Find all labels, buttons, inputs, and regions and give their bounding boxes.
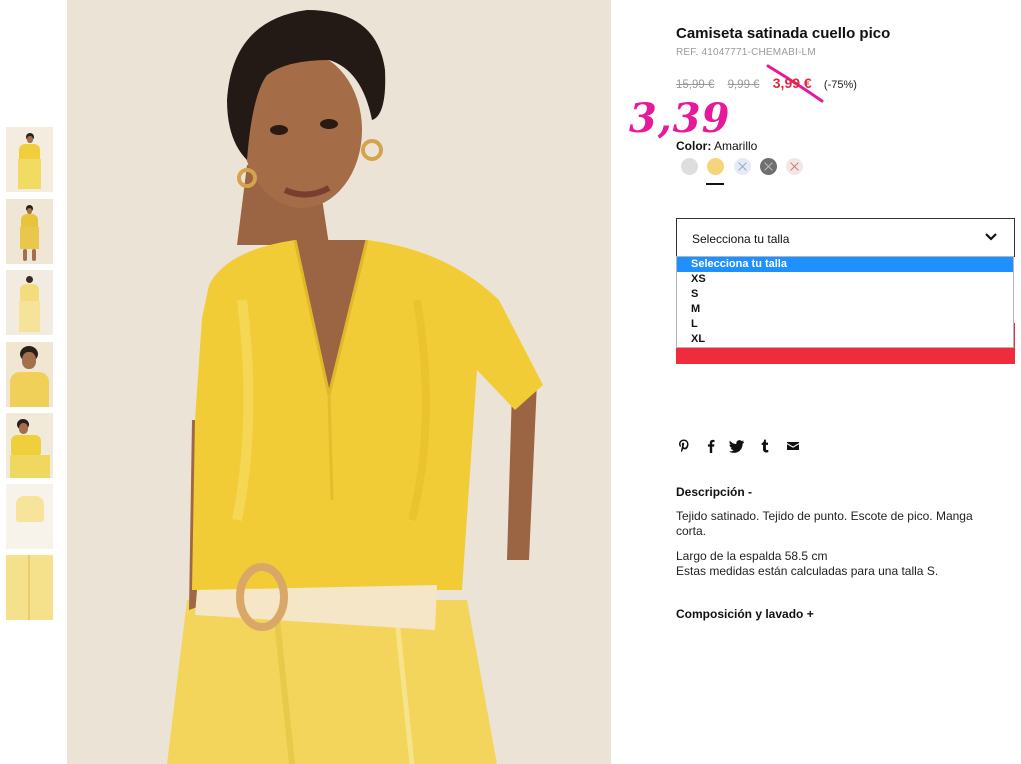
tumblr-icon[interactable]	[757, 438, 773, 454]
measurement-note: Estas medidas están calculadas para una …	[676, 564, 939, 578]
thumbnail-1[interactable]	[6, 127, 53, 192]
size-dropdown-list: Selecciona tu talla XS S M L XL	[676, 256, 1014, 348]
thumbnail-5[interactable]	[6, 413, 53, 478]
discount-badge: (-75%)	[823, 79, 857, 91]
size-select-label: Selecciona tu talla	[692, 232, 790, 246]
email-icon[interactable]	[785, 438, 801, 454]
size-option-placeholder[interactable]: Selecciona tu talla	[677, 257, 1013, 272]
size-option-s[interactable]: S	[677, 287, 1013, 302]
thumbnail-7[interactable]	[6, 555, 53, 620]
handwritten-price-annotation: 3,39	[629, 95, 731, 142]
description-text: Tejido satinado. Tejido de punto. Escote…	[676, 509, 973, 538]
thumbnail-3[interactable]	[6, 270, 53, 335]
swatch-gris[interactable]	[681, 158, 698, 175]
selected-swatch-indicator	[706, 183, 724, 185]
product-reference: REF. 41047771-CHEMABI-LM	[676, 47, 816, 58]
swatch-gris-oscuro-unavailable[interactable]	[760, 158, 777, 175]
pinterest-icon[interactable]	[676, 438, 692, 454]
swatch-rosa-unavailable[interactable]	[786, 158, 803, 175]
original-price: 15,99 €	[676, 79, 715, 91]
previous-price: 9,99 €	[727, 79, 760, 91]
size-select[interactable]: Selecciona tu talla	[676, 218, 1015, 257]
thumbnail-2[interactable]	[6, 199, 53, 264]
size-option-m[interactable]: M	[677, 302, 1013, 317]
price-row: 15,99 € 9,99 € 3,99 € (-75%)	[676, 75, 857, 91]
model-illustration	[67, 0, 611, 764]
composition-heading[interactable]: Composición y lavado +	[676, 607, 814, 621]
product-photo	[67, 0, 611, 764]
share-icons	[676, 438, 816, 456]
swatch-azul-unavailable[interactable]	[734, 158, 751, 175]
size-option-xs[interactable]: XS	[677, 272, 1013, 287]
facebook-icon[interactable]	[703, 438, 719, 454]
chevron-down-icon	[985, 233, 997, 241]
twitter-icon[interactable]	[729, 438, 745, 454]
swatch-amarillo[interactable]	[707, 158, 724, 175]
measurement-text: Largo de la espalda 58.5 cm	[676, 549, 828, 563]
color-value: Amarillo	[714, 139, 758, 153]
thumbnail-4[interactable]	[6, 342, 53, 407]
color-swatches	[681, 158, 821, 188]
color-row: Color: Amarillo	[676, 139, 757, 153]
size-option-l[interactable]: L	[677, 317, 1013, 332]
sale-price: 3,99 €	[772, 75, 812, 91]
size-option-xl[interactable]: XL	[677, 332, 1013, 347]
description-heading[interactable]: Descripción -	[676, 485, 752, 499]
color-label: Color:	[676, 139, 712, 153]
product-title: Camiseta satinada cuello pico	[676, 25, 891, 42]
thumbnail-6[interactable]	[6, 484, 53, 549]
